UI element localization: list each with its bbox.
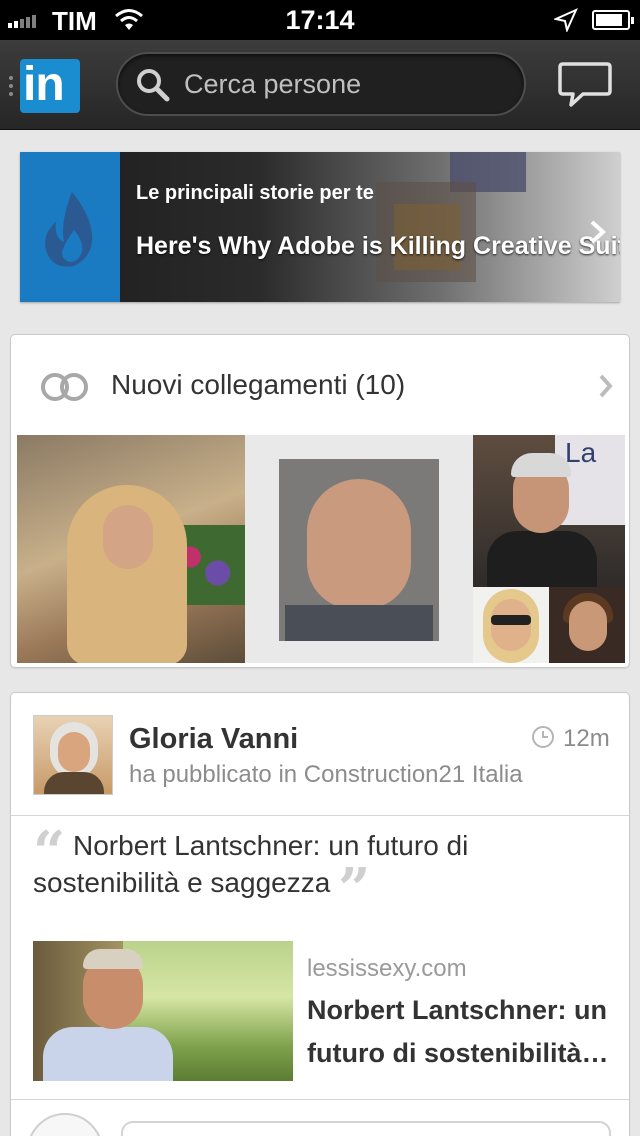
new-connections-card[interactable]: Nuovi collegamenti (10) La	[10, 334, 630, 668]
new-connections-title: Nuovi collegamenti (10)	[111, 369, 406, 400]
flame-icon	[45, 192, 93, 267]
chevron-right-icon	[590, 220, 606, 244]
search-icon	[137, 69, 170, 102]
top-stories-banner[interactable]: Le principali storie per te Here's Why A…	[20, 152, 620, 302]
link-thumbnail[interactable]	[33, 941, 293, 1081]
connection-photo[interactable]	[473, 587, 549, 663]
quote-text: Norbert Lantschner: un futuro di sosteni…	[33, 830, 469, 898]
link-domain: lessissexy.com	[307, 955, 467, 982]
avatar[interactable]	[33, 715, 113, 795]
connection-photo[interactable]	[17, 435, 245, 663]
photo-sign-text: La	[565, 437, 597, 468]
quote-close-mark: ”	[338, 856, 371, 922]
connection-photo[interactable]: La	[473, 435, 625, 587]
story-headline: Here's Why Adobe is Killing Creative Sui…	[136, 232, 620, 260]
search-input[interactable]: Cerca persone	[116, 52, 526, 116]
status-time: 17:14	[285, 5, 355, 35]
quote-open-mark: “	[33, 819, 66, 885]
chevron-right-icon	[599, 374, 613, 398]
clock-icon	[532, 726, 554, 748]
comment-input[interactable]	[121, 1121, 611, 1136]
post-time: 12m	[563, 725, 610, 752]
connection-photo[interactable]	[245, 435, 473, 663]
search-placeholder: Cerca persone	[184, 69, 362, 99]
connection-photo[interactable]	[549, 587, 625, 663]
divider	[11, 1099, 629, 1100]
like-button[interactable]	[27, 1113, 103, 1136]
connection-photos: La	[17, 435, 625, 663]
menu-handle-icon[interactable]	[9, 76, 13, 96]
messages-icon[interactable]	[557, 60, 613, 110]
news-source-tile	[20, 152, 120, 302]
post-author[interactable]: Gloria Vanni	[129, 723, 298, 756]
connections-rings-icon	[41, 373, 88, 401]
stories-kicker: Le principali storie per te	[136, 182, 374, 204]
post-meta: ha pubblicato in Construction21 Italia	[129, 761, 523, 788]
post-quote: “ Norbert Lantschner: un futuro di soste…	[33, 824, 593, 917]
link-title[interactable]: Norbert Lantschner: un futuro di sosteni…	[307, 989, 617, 1075]
feed-post-card[interactable]: Gloria Vanni ha pubblicato in Constructi…	[10, 692, 630, 1136]
top-nav-bar: in Cerca persone	[0, 40, 640, 130]
location-icon	[554, 8, 578, 32]
status-bar: TIM 17:14	[0, 0, 640, 40]
logo-text: in	[23, 58, 65, 111]
battery-icon	[592, 10, 634, 30]
linkedin-logo-button[interactable]: in	[20, 58, 80, 113]
divider	[11, 815, 629, 816]
